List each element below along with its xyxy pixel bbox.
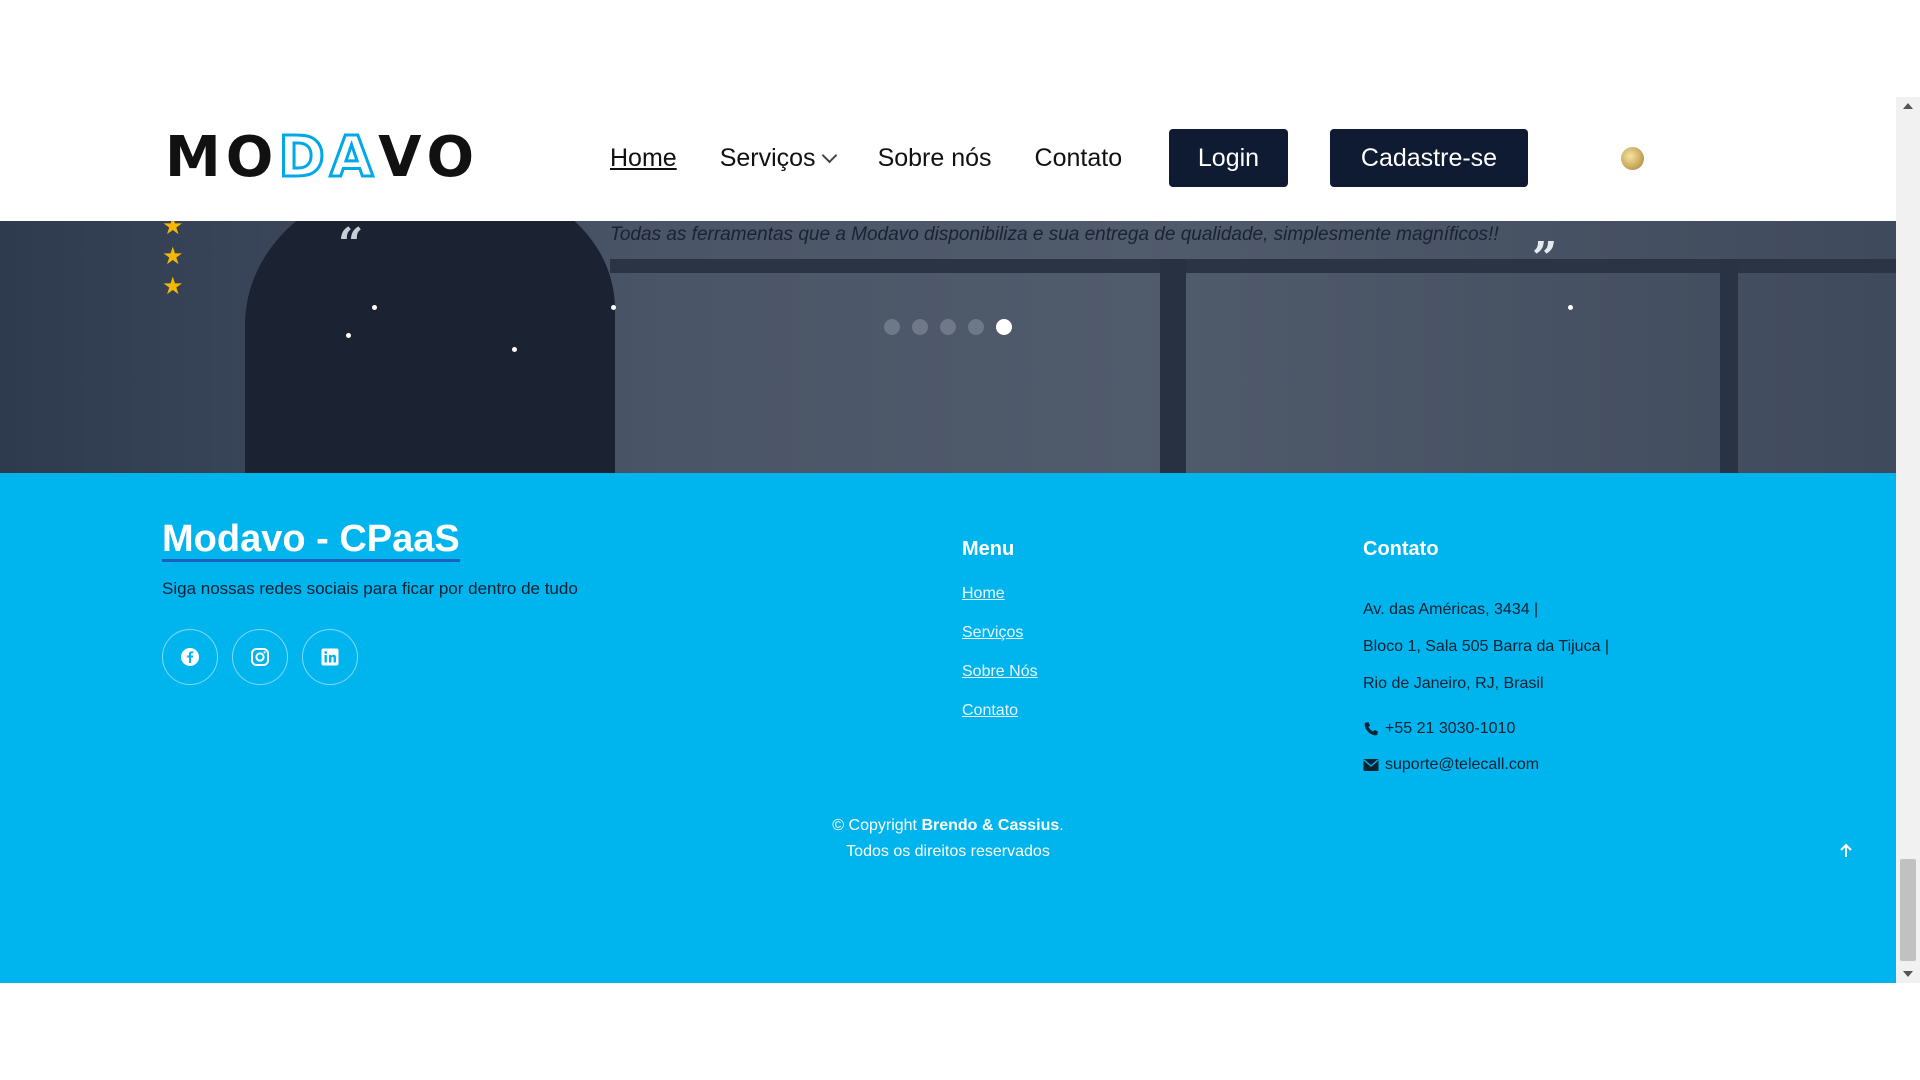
slider-dot[interactable] xyxy=(968,319,984,335)
star-icon: ★ xyxy=(162,273,184,300)
slider-dot[interactable] xyxy=(912,319,928,335)
arrow-up-icon xyxy=(1840,843,1852,857)
quote-close-icon: ” xyxy=(1532,233,1558,284)
email-text: suporte@telecall.com xyxy=(1385,756,1540,773)
sparkle-dot xyxy=(372,305,377,310)
linkedin-button[interactable] xyxy=(302,629,358,685)
copyright-prefix: © Copyright xyxy=(832,817,917,834)
phone-text: +55 21 3030-1010 xyxy=(1385,720,1516,737)
sparkle-dot xyxy=(512,347,517,352)
star-icon: ★ xyxy=(162,221,184,240)
nav-services-label: Serviços xyxy=(719,143,816,172)
scroll-up-arrow-icon[interactable] xyxy=(1903,103,1913,109)
nav-about[interactable]: Sobre nós xyxy=(878,144,992,173)
slider-pagination xyxy=(884,319,1012,335)
vertical-scrollbar[interactable] xyxy=(1896,97,1920,983)
slider-dot[interactable] xyxy=(884,319,900,335)
copyright-line: © Copyright Brendo & Cassius. xyxy=(0,813,1896,839)
nav-services[interactable]: Serviços xyxy=(719,143,837,173)
envelope-icon xyxy=(1363,759,1379,771)
social-links xyxy=(162,629,358,685)
instagram-icon xyxy=(251,648,269,666)
site-footer: Modavo - CPaaS Siga nossas redes sociais… xyxy=(0,473,1896,983)
copyright-names: Brendo & Cassius xyxy=(921,817,1060,834)
facebook-icon xyxy=(181,648,199,666)
copyright: © Copyright Brendo & Cassius. Todos os d… xyxy=(0,813,1896,865)
sparkle-dot xyxy=(611,305,616,310)
site-header: M O D A V O Home Serviços Sobre nós Cont… xyxy=(0,97,1896,221)
quote-open-icon: “ xyxy=(338,221,364,270)
main-nav: Home Serviços Sobre nós Contato xyxy=(610,129,1165,187)
scroll-down-arrow-icon[interactable] xyxy=(1903,971,1913,977)
footer-phone[interactable]: +55 21 3030-1010 xyxy=(1363,720,1515,738)
language-flag-icon[interactable] xyxy=(1621,147,1644,170)
footer-address: Av. das Américas, 3434 | Bloco 1, Sala 5… xyxy=(1363,591,1609,702)
sparkle-dot xyxy=(1568,305,1573,310)
address-line: Bloco 1, Sala 505 Barra da Tijuca | xyxy=(1363,638,1610,655)
linkedin-icon xyxy=(321,648,339,666)
hero-background-detail xyxy=(1160,259,1186,473)
back-to-top-button[interactable] xyxy=(1836,841,1856,861)
testimonial-text: Todas as ferramentas que a Modavo dispon… xyxy=(610,224,1499,245)
rights-text: Todos os direitos reservados xyxy=(846,843,1050,860)
footer-link-home[interactable]: Home xyxy=(962,585,1038,603)
footer-link-about[interactable]: Sobre Nós xyxy=(962,663,1038,681)
testimonial-section: ★ ★ ★ “ Todas as ferramentas que a Modav… xyxy=(0,221,1896,473)
footer-brand: Modavo - CPaaS xyxy=(162,518,460,562)
footer-link-contact[interactable]: Contato xyxy=(962,702,1038,720)
slider-dot[interactable] xyxy=(940,319,956,335)
signup-button[interactable]: Cadastre-se xyxy=(1330,129,1528,187)
footer-menu: Home Serviços Sobre Nós Contato xyxy=(962,585,1038,741)
address-line: Rio de Janeiro, RJ, Brasil xyxy=(1363,675,1544,692)
hero-person-image xyxy=(245,221,615,473)
footer-link-services[interactable]: Serviços xyxy=(962,624,1038,642)
slider-dot-active[interactable] xyxy=(996,319,1012,335)
copyright-suffix: . xyxy=(1059,817,1064,834)
chevron-down-icon xyxy=(821,147,837,163)
star-icon: ★ xyxy=(162,243,184,270)
login-button[interactable]: Login xyxy=(1169,129,1288,187)
hero-background-detail xyxy=(610,259,1896,273)
phone-icon xyxy=(1364,722,1378,736)
rating-stars: ★ ★ ★ xyxy=(162,221,184,299)
footer-tagline: Siga nossas redes sociais para ficar por… xyxy=(162,579,578,598)
footer-menu-title: Menu xyxy=(962,538,1015,560)
modavo-logo[interactable]: M O D A V O xyxy=(165,128,475,187)
sparkle-dot xyxy=(346,333,351,338)
nav-home[interactable]: Home xyxy=(610,144,677,173)
hero-background-detail xyxy=(1720,259,1738,473)
scroll-thumb[interactable] xyxy=(1900,859,1916,961)
footer-email[interactable]: suporte@telecall.com xyxy=(1363,756,1539,774)
nav-contact[interactable]: Contato xyxy=(1035,144,1123,173)
facebook-button[interactable] xyxy=(162,629,218,685)
instagram-button[interactable] xyxy=(232,629,288,685)
address-line: Av. das Américas, 3434 | xyxy=(1363,601,1539,618)
footer-contact-title: Contato xyxy=(1363,538,1439,560)
page-viewport: M O D A V O Home Serviços Sobre nós Cont… xyxy=(0,97,1896,983)
